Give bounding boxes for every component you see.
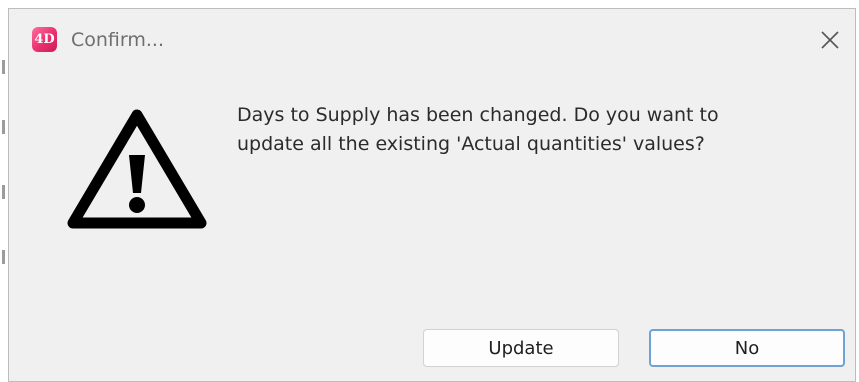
background-mark [2,60,5,74]
update-button[interactable]: Update [423,329,619,367]
warning-triangle-icon [67,109,207,229]
app-icon: 4D [32,27,57,52]
close-button[interactable] [811,21,849,59]
background-mark [2,250,5,264]
close-icon [821,31,839,49]
window-title: Confirm... [71,29,165,51]
background-mark [2,185,5,199]
message-line: update all the existing 'Actual quantiti… [237,133,705,155]
message-line: Days to Supply has been changed. Do you … [237,104,719,126]
background-window-text-fragment [20,0,840,6]
background-window-edge [0,0,859,8]
no-button[interactable]: No [649,329,845,367]
dialog-message: Days to Supply has been changed. Do you … [237,101,797,159]
background-window-left-edge [0,0,8,382]
confirm-dialog: 4D Confirm... Days to Supply has been ch… [8,8,856,382]
title-bar[interactable]: 4D Confirm... [9,9,855,71]
background-mark [2,120,5,134]
